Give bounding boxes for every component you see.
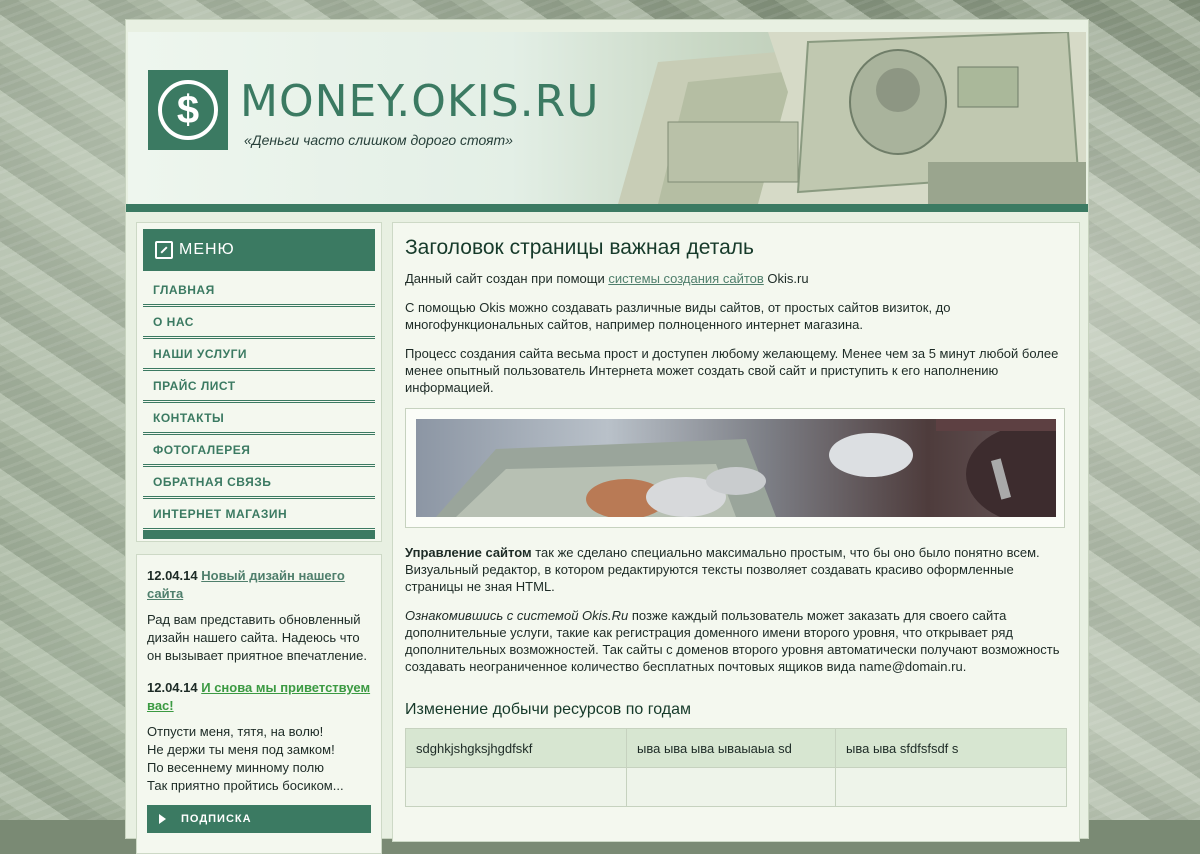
italic-text: Ознакомившись с системой Okis.Ru (405, 608, 629, 623)
site-header: $ MONEY.OKIS.RU «Деньги часто слишком до… (128, 32, 1086, 204)
sidebar-menu: МЕНЮ ГЛАВНАЯ О НАС НАШИ УСЛУГИ ПРАЙС ЛИС… (136, 222, 382, 542)
news-item: 12.04.14 И снова мы приветствуем вас! От… (147, 679, 371, 795)
page-container: $ MONEY.OKIS.RU «Деньги часто слишком до… (125, 19, 1089, 854)
coins-wallet-image (416, 419, 1056, 517)
header-banner-image (618, 32, 1086, 204)
menu-item-gallery[interactable]: ФОТОГАЛЕРЕЯ (143, 435, 375, 467)
news-text: Отпусти меня, тятя, на волю! Не держи ты… (147, 723, 371, 795)
menu-header: МЕНЮ (143, 229, 375, 271)
intro-text: Данный сайт создан при помощи (405, 271, 609, 286)
table-cell: ыва ыва sfdfsfsdf s (835, 728, 1067, 768)
table-row (405, 767, 1067, 807)
arrow-right-icon (159, 814, 166, 824)
table-heading: Изменение добычи ресурсов по годам (405, 701, 692, 718)
news-date: 12.04.14 (147, 568, 198, 583)
dollar-icon: $ (158, 80, 218, 140)
site-logo[interactable]: $ (148, 70, 228, 150)
paragraph: С помощью Okis можно создавать различные… (405, 300, 951, 332)
intro-paragraph: Данный сайт создан при помощи системы со… (405, 270, 1067, 287)
menu-list: ГЛАВНАЯ О НАС НАШИ УСЛУГИ ПРАЙС ЛИСТ КОН… (143, 275, 375, 531)
coins-illustration (436, 419, 1056, 517)
news-date: 12.04.14 (147, 680, 198, 695)
news-text-line: Не держи ты меня под замком! (147, 742, 335, 757)
paragraph: Процесс создания сайта весьма прост и до… (405, 346, 1059, 395)
resources-table: sdghkjshgksjhgdfskf ыва ыва ыва ывaыаыа … (405, 728, 1067, 807)
news-panel: 12.04.14 Новый дизайн нашего сайта Рад в… (136, 554, 382, 854)
paragraph: Управление сайтом так же сделано специал… (405, 544, 1067, 595)
menu-title: МЕНЮ (179, 241, 235, 258)
menu-footer-bar (143, 531, 375, 539)
menu-item-shop[interactable]: ИНТЕРНЕТ МАГАЗИН (143, 499, 375, 531)
table-cell (405, 767, 627, 807)
subscribe-label: ПОДПИСКА (181, 813, 252, 825)
news-item: 12.04.14 Новый дизайн нашего сайта Рад в… (147, 567, 371, 665)
page-title: Заголовок страницы важная деталь (405, 236, 754, 259)
table-cell: ыва ыва ыва ывaыаыа sd (626, 728, 836, 768)
site-builder-link[interactable]: системы создания сайтов (608, 271, 763, 286)
news-text: Рад вам представить обновленный дизайн н… (147, 612, 367, 663)
table-cell (626, 767, 836, 807)
menu-item-about[interactable]: О НАС (143, 307, 375, 339)
compass-icon (155, 241, 173, 259)
site-slogan: «Деньги часто слишком дорого стоят» (244, 132, 513, 148)
subscribe-button[interactable]: ПОДПИСКА (147, 805, 371, 833)
menu-item-contacts[interactable]: КОНТАКТЫ (143, 403, 375, 435)
menu-item-price-list[interactable]: ПРАЙС ЛИСТ (143, 371, 375, 403)
header-divider (126, 204, 1088, 212)
news-text-line: Так приятно пройтись босиком... (147, 778, 344, 793)
site-title[interactable]: MONEY.OKIS.RU (240, 76, 599, 127)
table-row: sdghkjshgksjhgdfskf ыва ыва ыва ывaыаыа … (405, 728, 1067, 768)
menu-item-feedback[interactable]: ОБРАТНАЯ СВЯЗЬ (143, 467, 375, 499)
paragraph: Ознакомившись с системой Okis.Ru позже к… (405, 607, 1067, 675)
intro-text-end: Okis.ru (763, 271, 809, 286)
news-text-line: Отпусти меня, тятя, на волю! (147, 724, 324, 739)
content-image-frame (405, 408, 1065, 528)
table-cell: sdghkjshgksjhgdfskf (405, 728, 627, 768)
news-text-line: По весеннему минному полю (147, 760, 324, 775)
table-cell (835, 767, 1067, 807)
menu-item-services[interactable]: НАШИ УСЛУГИ (143, 339, 375, 371)
bold-text: Управление сайтом (405, 545, 532, 560)
main-content: Заголовок страницы важная деталь Данный … (392, 222, 1080, 842)
menu-item-home[interactable]: ГЛАВНАЯ (143, 275, 375, 307)
